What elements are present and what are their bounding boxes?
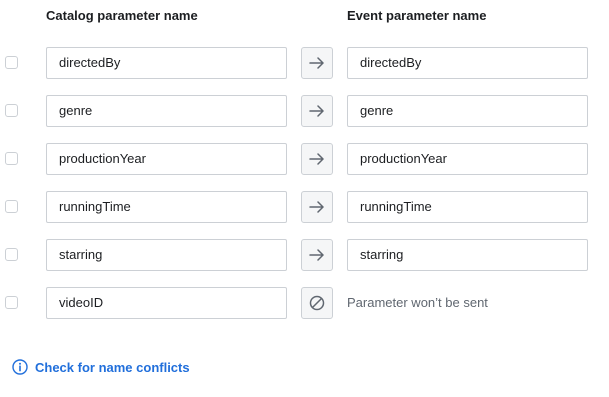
map-arrow-button[interactable] [301, 239, 333, 271]
catalog-parameter-field[interactable]: directedBy [46, 47, 287, 79]
event-parameter-field[interactable]: runningTime [347, 191, 588, 223]
arrow-right-icon [309, 201, 324, 213]
catalog-parameter-header: Catalog parameter name [46, 8, 198, 23]
catalog-parameter-field[interactable]: videoID [46, 287, 287, 319]
row-checkbox[interactable] [5, 152, 18, 165]
catalog-parameter-field[interactable]: starring [46, 239, 287, 271]
row-checkbox[interactable] [5, 248, 18, 261]
event-parameter-field[interactable]: productionYear [347, 143, 588, 175]
catalog-parameter-field[interactable]: runningTime [46, 191, 287, 223]
no-entry-icon [309, 295, 325, 311]
row-checkbox[interactable] [5, 56, 18, 69]
event-parameter-field[interactable]: starring [347, 239, 588, 271]
parameter-mapping-list: directedBy directedBy genre genre produc… [0, 47, 609, 335]
catalog-parameter-field[interactable]: genre [46, 95, 287, 127]
parameter-row-videoID: videoID Parameter won’t be sent [0, 287, 609, 319]
check-name-conflicts-label: Check for name conflicts [35, 359, 190, 375]
parameter-row-starring: starring starring [0, 239, 609, 271]
map-blocked-button[interactable] [301, 287, 333, 319]
event-parameter-field[interactable]: genre [347, 95, 588, 127]
parameter-row-productionYear: productionYear productionYear [0, 143, 609, 175]
row-checkbox[interactable] [5, 200, 18, 213]
event-parameter-field[interactable]: directedBy [347, 47, 588, 79]
parameter-row-genre: genre genre [0, 95, 609, 127]
arrow-right-icon [309, 249, 324, 261]
arrow-right-icon [309, 153, 324, 165]
info-icon [12, 359, 28, 375]
parameter-row-directedBy: directedBy directedBy [0, 47, 609, 79]
check-name-conflicts-link[interactable]: Check for name conflicts [12, 358, 190, 376]
event-parameter-header: Event parameter name [347, 8, 487, 23]
arrow-right-icon [309, 57, 324, 69]
catalog-parameter-field[interactable]: productionYear [46, 143, 287, 175]
row-checkbox[interactable] [5, 296, 18, 309]
map-arrow-button[interactable] [301, 47, 333, 79]
map-arrow-button[interactable] [301, 143, 333, 175]
parameter-not-sent-text: Parameter won’t be sent [347, 295, 488, 310]
row-checkbox[interactable] [5, 104, 18, 117]
arrow-right-icon [309, 105, 324, 117]
map-arrow-button[interactable] [301, 191, 333, 223]
parameter-row-runningTime: runningTime runningTime [0, 191, 609, 223]
map-arrow-button[interactable] [301, 95, 333, 127]
